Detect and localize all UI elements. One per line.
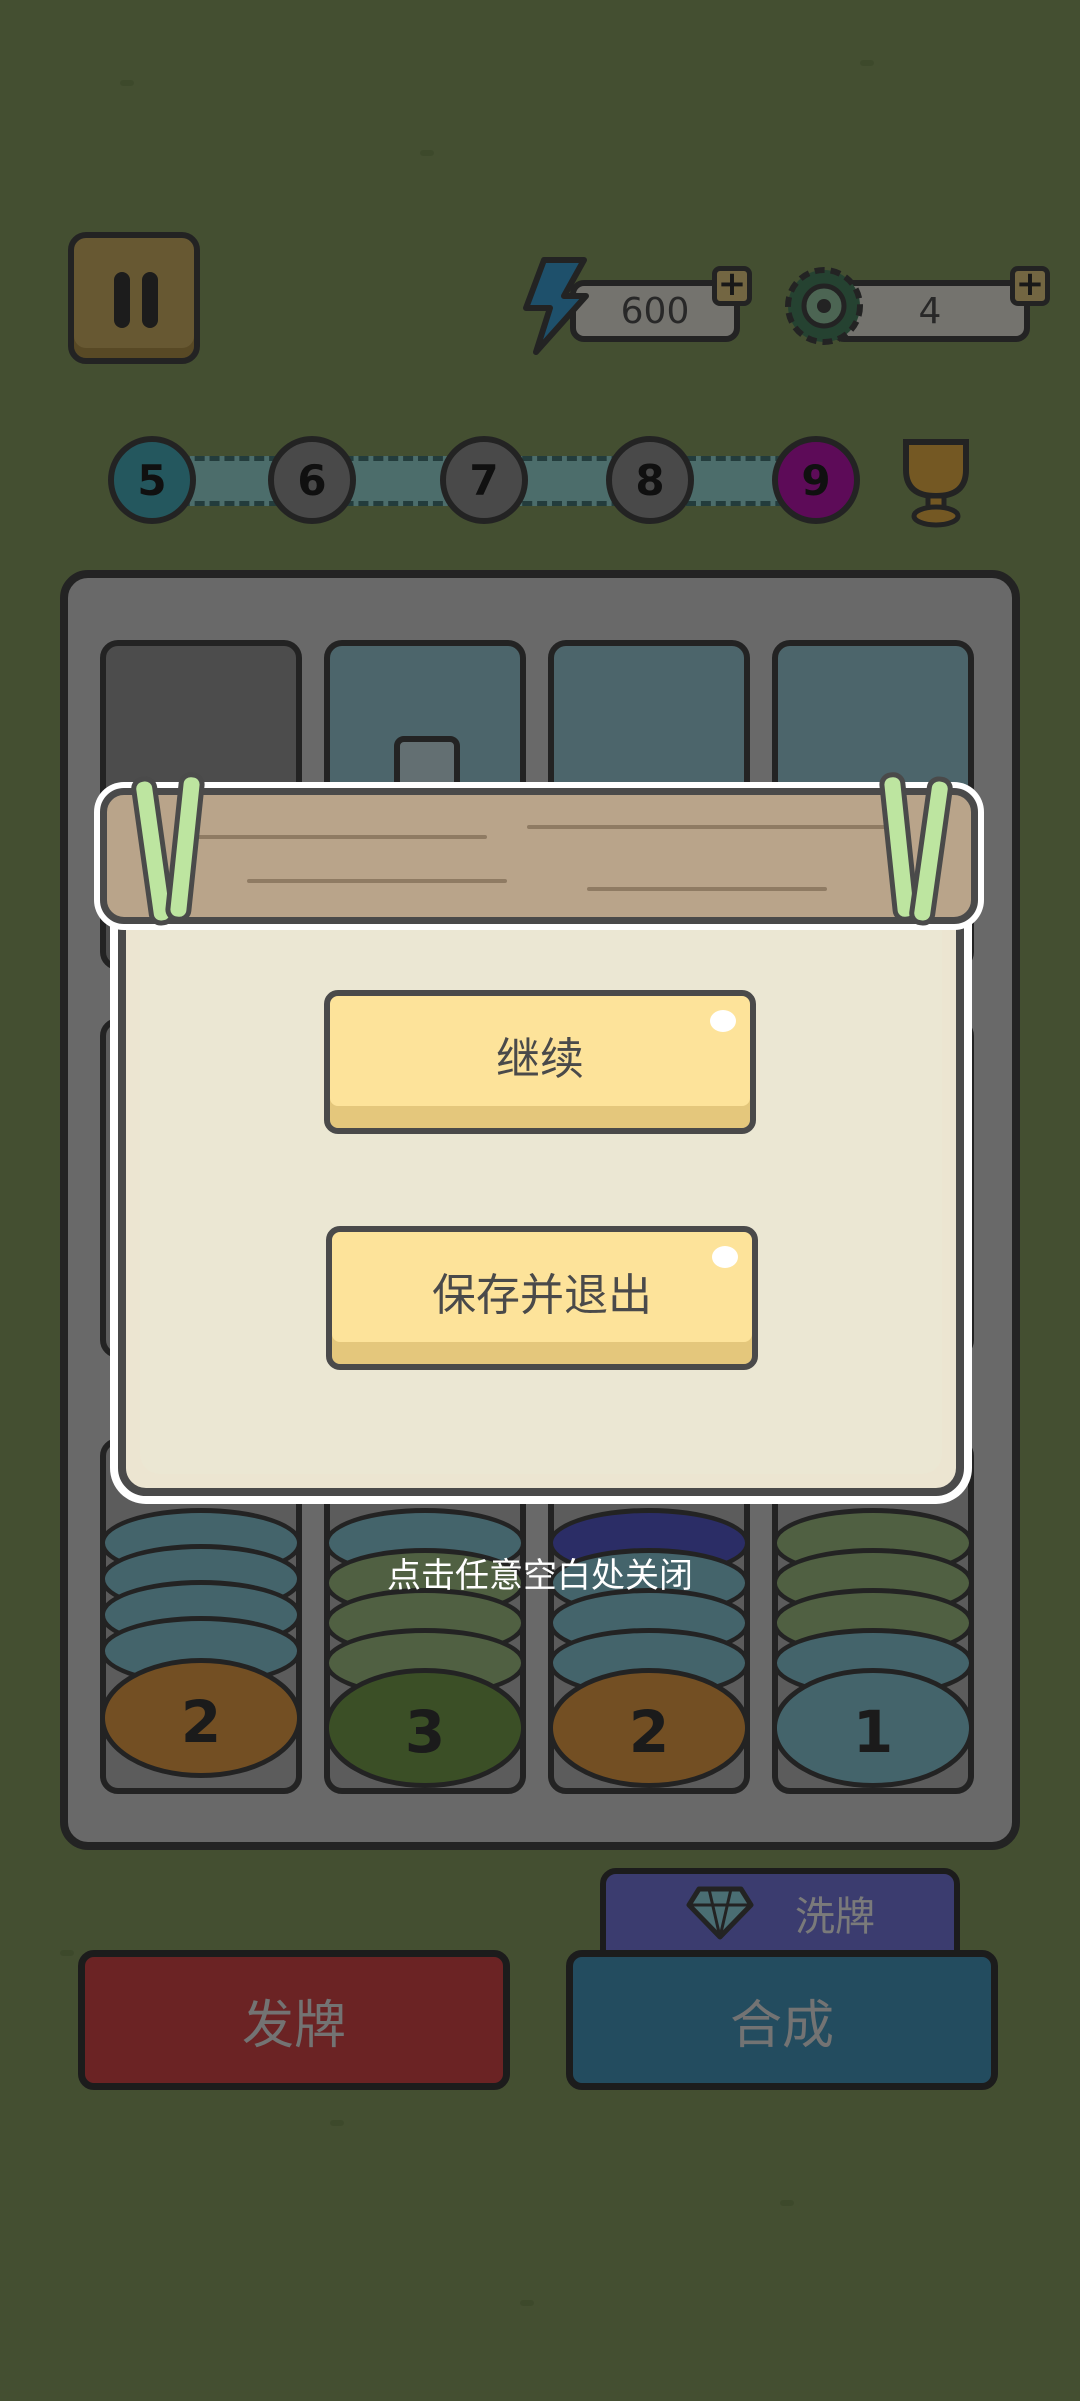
continue-label: 继续 (496, 1034, 584, 1085)
dialog-header-plank (100, 788, 978, 924)
save-exit-label: 保存并退出 (432, 1270, 652, 1321)
save-exit-button[interactable]: 保存并退出 (326, 1226, 758, 1370)
continue-button[interactable]: 继续 (324, 990, 756, 1134)
close-hint: 点击任意空白处关闭 (387, 1556, 693, 1596)
pause-dialog (118, 880, 964, 1496)
